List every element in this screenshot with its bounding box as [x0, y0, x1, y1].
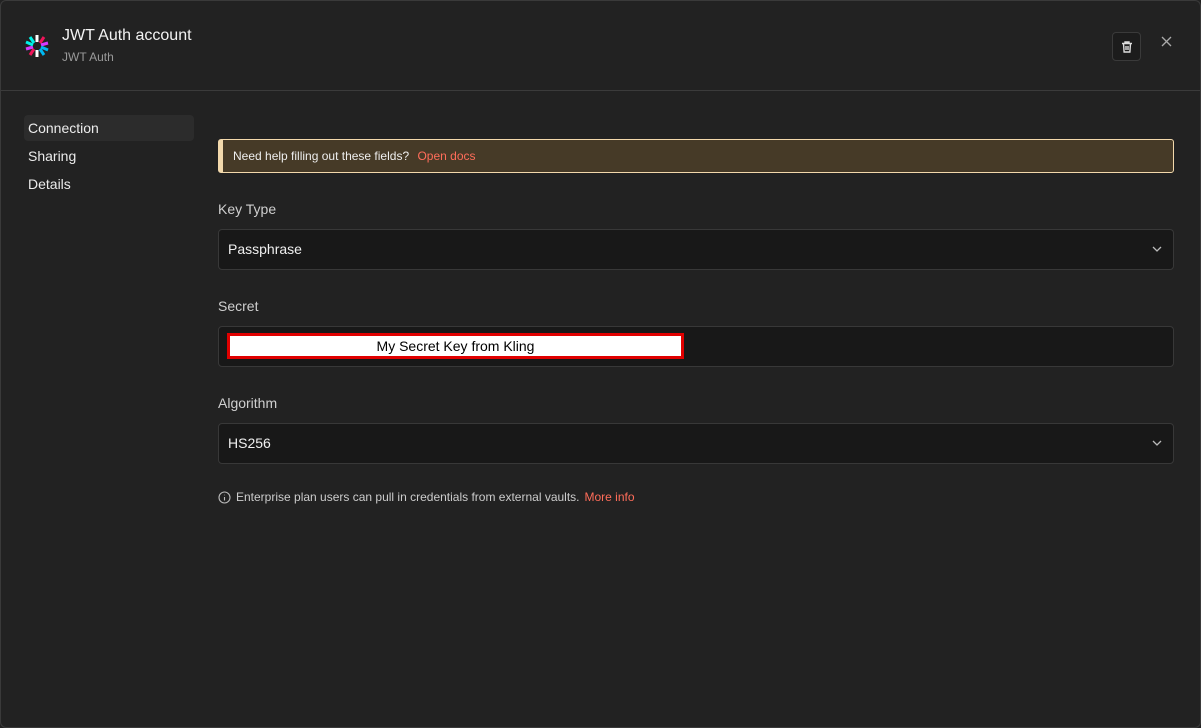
sidebar-item-connection[interactable]: Connection [24, 115, 194, 141]
sidebar-item-sharing[interactable]: Sharing [24, 143, 194, 169]
key-type-value: Passphrase [228, 241, 302, 257]
secret-value: My Secret Key from Kling [227, 333, 684, 359]
help-banner-text: Need help filling out these fields? [233, 149, 410, 163]
jwt-logo-icon [25, 35, 49, 57]
secret-label: Secret [218, 298, 259, 314]
modal-header: JWT Auth account JWT Auth [1, 1, 1200, 91]
info-icon [218, 490, 231, 504]
algorithm-select[interactable]: HS256 [218, 423, 1174, 464]
secret-input[interactable]: My Secret Key from Kling [218, 326, 1174, 367]
modal-title: JWT Auth account [62, 27, 192, 44]
algorithm-label: Algorithm [218, 395, 278, 411]
close-icon [1161, 36, 1171, 46]
delete-button[interactable] [1112, 32, 1141, 61]
help-banner: Need help filling out these fields? Open… [218, 139, 1174, 173]
key-type-select[interactable]: Passphrase [218, 229, 1174, 270]
sidebar-nav: Connection Sharing Details [24, 115, 194, 199]
open-docs-link[interactable]: Open docs [417, 149, 475, 163]
algorithm-value: HS256 [228, 435, 271, 451]
key-type-label: Key Type [218, 201, 277, 217]
credential-modal: JWT Auth account JWT Auth Connection Sha… [0, 0, 1201, 728]
close-button[interactable] [1157, 32, 1175, 50]
connection-form: Need help filling out these fields? Open… [218, 139, 1174, 504]
chevron-down-icon [1152, 246, 1162, 252]
more-info-link[interactable]: More info [585, 490, 635, 504]
vault-hint-text: Enterprise plan users can pull in creden… [236, 490, 580, 504]
vault-hint: Enterprise plan users can pull in creden… [218, 490, 1174, 504]
trash-icon [1121, 40, 1132, 53]
sidebar-item-details[interactable]: Details [24, 171, 194, 197]
chevron-down-icon [1152, 440, 1162, 446]
modal-subtitle: JWT Auth [62, 50, 114, 64]
